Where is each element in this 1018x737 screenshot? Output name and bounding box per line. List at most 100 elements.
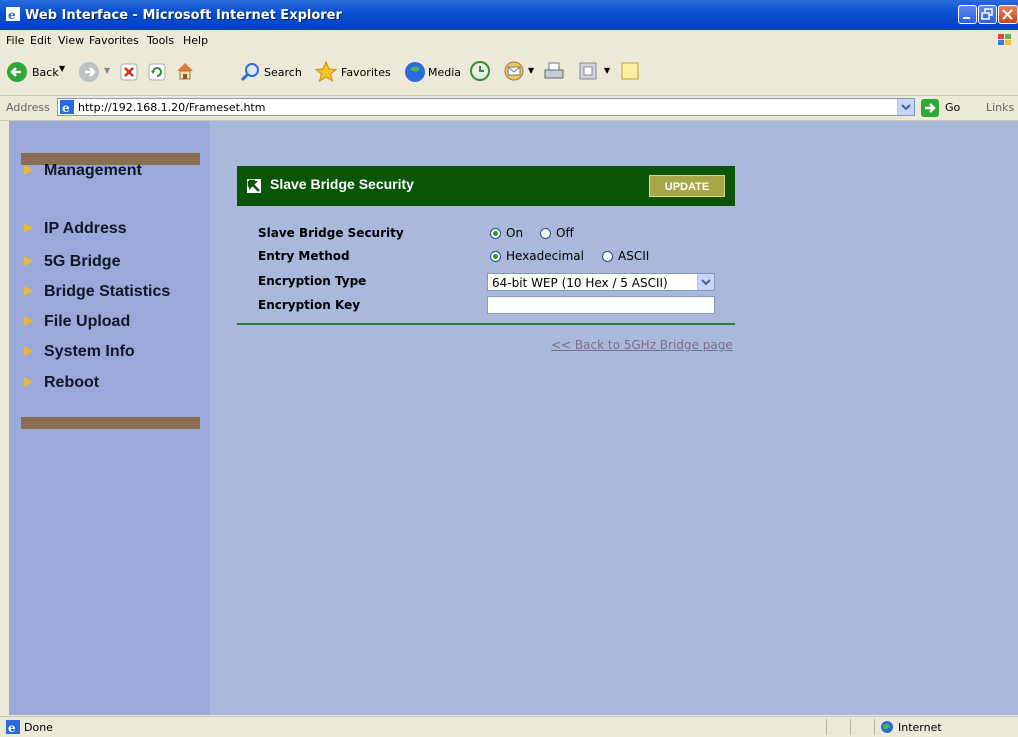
arrow-right-icon: [24, 165, 33, 175]
encryption-type-value: 64-bit WEP (10 Hex / 5 ASCII): [492, 276, 668, 290]
sidebar-item-file-upload[interactable]: File Upload: [24, 313, 130, 331]
security-off-radio[interactable]: [540, 228, 551, 239]
menu-file[interactable]: File: [6, 34, 24, 47]
page-icon: e: [60, 100, 74, 114]
menu-favorites[interactable]: Favorites: [89, 34, 139, 47]
sidebar-item-system-info[interactable]: System Info: [24, 343, 135, 361]
sidebar-item-label: System Info: [44, 343, 135, 360]
back-dropdown-icon[interactable]: ▼: [59, 64, 65, 73]
arrow-right-icon: [24, 223, 33, 233]
forward-dropdown-icon[interactable]: ▼: [104, 66, 110, 75]
sidebar-item-reboot[interactable]: Reboot: [24, 374, 99, 392]
history-icon[interactable]: [469, 60, 491, 82]
page-icon: e: [6, 720, 20, 734]
mail-icon[interactable]: [502, 60, 526, 82]
search-icon: [240, 63, 259, 82]
arrow-right-icon: [24, 316, 33, 326]
toolbar: Back ▼ ▼ Search Favorites Media ▼ ▼: [0, 51, 1018, 96]
print-icon[interactable]: [542, 60, 566, 82]
entry-ascii-radio[interactable]: [602, 251, 613, 262]
menu-view[interactable]: View: [58, 34, 84, 47]
update-button[interactable]: UPDATE: [649, 175, 725, 197]
svg-text:e: e: [8, 8, 16, 21]
restore-icon: [981, 8, 993, 20]
address-dropdown-button[interactable]: [897, 99, 914, 115]
back-to-bridge-link[interactable]: << Back to 5GHz Bridge page: [551, 338, 733, 352]
media-button[interactable]: Media: [404, 59, 464, 87]
discuss-icon[interactable]: [620, 61, 640, 81]
status-bar: e Done Internet: [0, 716, 1018, 737]
edit-dropdown-icon[interactable]: ▼: [604, 66, 610, 75]
encryption-type-label: Encryption Type: [258, 274, 367, 288]
security-label: Slave Bridge Security: [258, 226, 404, 240]
left-frame-edge: [0, 121, 9, 715]
minimize-icon: [963, 17, 970, 19]
maximize-button[interactable]: [978, 5, 997, 24]
chevron-down-icon: [901, 104, 911, 111]
security-on-radio[interactable]: [490, 228, 501, 239]
go-label: Go: [945, 101, 961, 114]
arrow-corner-icon: [247, 179, 261, 193]
sidebar-item-label: Bridge Statistics: [44, 283, 171, 300]
entry-hex-radio[interactable]: [490, 251, 501, 262]
ie-icon: e: [6, 7, 20, 21]
mail-dropdown-icon[interactable]: ▼: [528, 66, 534, 75]
sidebar-item-bridge-statistics[interactable]: Bridge Statistics: [24, 283, 170, 301]
panel-divider: [237, 323, 735, 325]
back-button[interactable]: Back ▼: [4, 58, 70, 86]
encryption-type-select[interactable]: 64-bit WEP (10 Hex / 5 ASCII): [487, 273, 715, 291]
windows-logo-icon: [998, 34, 1011, 45]
address-label: Address: [6, 101, 50, 114]
media-icon: [405, 62, 425, 82]
encryption-key-input[interactable]: [487, 296, 715, 314]
status-divider: [826, 719, 827, 735]
status-divider: [850, 719, 851, 735]
search-button[interactable]: Search: [240, 59, 302, 87]
entry-method-label: Entry Method: [258, 249, 350, 263]
window-title: Web Interface - Microsoft Internet Explo…: [25, 8, 342, 23]
security-off-label: Off: [556, 226, 574, 240]
svg-text:e: e: [8, 721, 16, 734]
back-arrow-icon: [7, 62, 27, 82]
forward-arrow-icon[interactable]: [78, 61, 100, 83]
sidebar-item-label: IP Address: [44, 220, 127, 237]
address-bar: Address e http://192.168.1.20/Frameset.h…: [0, 96, 1018, 121]
page-viewport: Management IP Address 5G Bridge Bridge S…: [9, 121, 1018, 715]
stop-icon[interactable]: [120, 63, 138, 81]
close-button[interactable]: [998, 5, 1018, 24]
menu-help[interactable]: Help: [183, 34, 208, 47]
encryption-dropdown-button[interactable]: [697, 274, 714, 290]
home-icon[interactable]: [174, 60, 196, 82]
refresh-icon[interactable]: [148, 63, 166, 81]
menu-edit[interactable]: Edit: [30, 34, 51, 47]
address-field[interactable]: e http://192.168.1.20/Frameset.htm: [57, 98, 915, 116]
entry-hex-label: Hexadecimal: [506, 249, 584, 263]
sidebar-bottom-divider: [21, 417, 200, 429]
entry-ascii-label: ASCII: [618, 249, 650, 263]
links-label[interactable]: Links: [986, 101, 1014, 114]
search-label: Search: [264, 66, 302, 79]
panel-header: Slave Bridge Security UPDATE: [237, 166, 735, 206]
sidebar-item-5g-bridge[interactable]: 5G Bridge: [24, 253, 120, 271]
go-button[interactable]: Go: [921, 98, 967, 118]
sidebar-item-management[interactable]: Management: [24, 162, 142, 180]
window-titlebar: e Web Interface - Microsoft Internet Exp…: [0, 0, 1018, 30]
sidebar-item-label: Reboot: [44, 374, 100, 391]
sidebar-item-label: File Upload: [44, 313, 131, 330]
sidebar-item-ip-address[interactable]: IP Address: [24, 220, 127, 238]
panel-title: Slave Bridge Security: [270, 176, 414, 192]
favorites-button[interactable]: Favorites: [314, 59, 394, 87]
encryption-key-label: Encryption Key: [258, 298, 361, 312]
back-label: Back: [32, 66, 59, 79]
address-url: http://192.168.1.20/Frameset.htm: [78, 101, 266, 114]
close-icon: [1002, 9, 1013, 20]
star-icon: [314, 60, 338, 83]
minimize-button[interactable]: [958, 5, 977, 24]
arrow-right-icon: [24, 377, 33, 387]
menu-tools[interactable]: Tools: [147, 34, 174, 47]
status-divider: [874, 719, 875, 735]
sidebar: Management IP Address 5G Bridge Bridge S…: [9, 121, 210, 715]
edit-icon[interactable]: [579, 62, 597, 80]
globe-icon: [881, 721, 893, 733]
security-on-label: On: [506, 226, 524, 240]
